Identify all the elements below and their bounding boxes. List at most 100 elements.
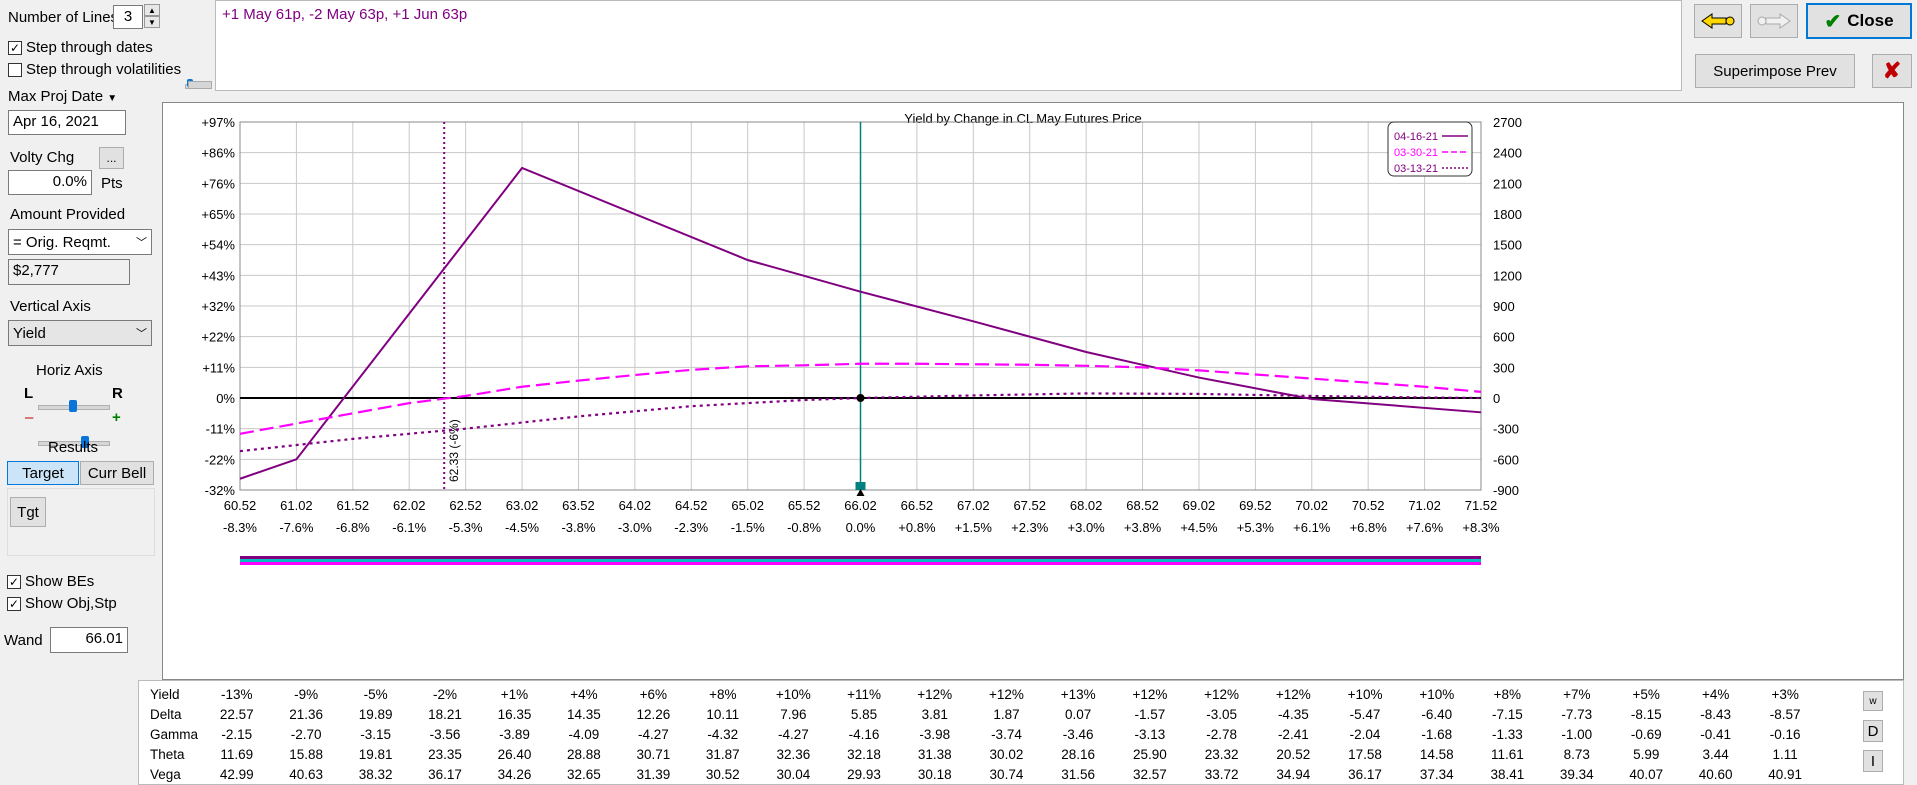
yield-chart[interactable]: Yield by Change in CL May Futures Price … xyxy=(162,102,1904,680)
table-cell: 17.58 xyxy=(1348,746,1382,762)
x-pct-tick-label: -5.3% xyxy=(449,520,483,535)
chart-legend[interactable]: 04-16-21 03-30-21 03-13-21 xyxy=(1387,121,1473,177)
table-cell: +3% xyxy=(1771,686,1799,702)
table-cell: +1% xyxy=(500,686,529,702)
volty-chg-field[interactable]: 0.0% xyxy=(8,170,92,195)
check-icon[interactable]: ✓ xyxy=(7,596,21,611)
table-cell: 10.11 xyxy=(706,706,740,722)
x-tick-label: 68.52 xyxy=(1126,498,1159,513)
position-box[interactable]: +1 May 61p, -2 May 63p, +1 Jun 63p xyxy=(215,0,1682,91)
tgt-button[interactable]: Tgt xyxy=(10,497,46,527)
y-left-tick-label: +54% xyxy=(201,238,235,253)
num-lines-spinner[interactable]: ▲ ▼ xyxy=(144,4,160,28)
table-cell: +12% xyxy=(1132,686,1168,702)
delete-button[interactable]: ✘ xyxy=(1872,54,1912,88)
table-cell: 31.56 xyxy=(1061,766,1096,782)
amount-provided-select[interactable]: = Orig. Reqmt. ﹀ xyxy=(8,229,152,255)
y-left-tick-label: +11% xyxy=(202,360,235,375)
max-proj-date-field[interactable]: Apr 16, 2021 xyxy=(8,110,126,135)
x-pct-tick-label: +6.1% xyxy=(1293,520,1331,535)
table-cell: 31.38 xyxy=(917,746,952,762)
x-tick-label: 67.02 xyxy=(957,498,990,513)
max-proj-date-label[interactable]: Max Proj Date ▼ xyxy=(8,88,117,105)
superimpose-prev-button[interactable]: Superimpose Prev xyxy=(1695,54,1855,88)
table-cell: -3.15 xyxy=(360,726,391,742)
position-scroll[interactable] xyxy=(188,81,212,89)
d-button[interactable]: D xyxy=(1863,720,1883,742)
back-button[interactable] xyxy=(1694,4,1742,38)
y-right-tick-label: -600 xyxy=(1493,452,1519,467)
table-cell: -7.15 xyxy=(1491,706,1523,722)
table-cell: -3.46 xyxy=(1062,726,1094,742)
x-pct-tick-label: +0.8% xyxy=(898,520,936,535)
table-cell: +7% xyxy=(1563,686,1591,702)
x-tick-label: 61.52 xyxy=(337,498,370,513)
x-tick-label: 65.02 xyxy=(731,498,764,513)
volty-more-button[interactable]: ... xyxy=(99,147,124,169)
table-cell: -2.70 xyxy=(290,726,322,742)
dropdown-arrow-icon[interactable]: ▼ xyxy=(107,93,117,104)
x-tick-label: 63.02 xyxy=(506,498,539,513)
y-left-tick-label: +65% xyxy=(201,207,235,222)
vertical-axis-select[interactable]: Yield ﹀ xyxy=(8,320,152,346)
x-pct-tick-label: 0.0% xyxy=(846,520,876,535)
table-cell: +10% xyxy=(1347,686,1383,702)
table-cell: 3.44 xyxy=(1702,746,1729,762)
wand-marker xyxy=(855,482,866,490)
spin-up-icon[interactable]: ▲ xyxy=(144,4,160,16)
table-cell: -1.33 xyxy=(1491,726,1523,742)
table-cell: 32.36 xyxy=(776,746,811,762)
table-cell: -8.43 xyxy=(1700,706,1732,722)
x-tick-label: 66.02 xyxy=(844,498,877,513)
row-label: Vega xyxy=(150,766,181,782)
table-cell: -3.56 xyxy=(429,726,461,742)
table-cell: 0.07 xyxy=(1065,706,1092,722)
y-right-tick-label: 2400 xyxy=(1493,146,1522,161)
x-pct-tick-label: -3.8% xyxy=(561,520,595,535)
table-cell: 15.88 xyxy=(289,746,324,762)
x-pct-tick-label: -2.3% xyxy=(674,520,708,535)
table-cell: 11.69 xyxy=(220,746,254,762)
horiz-axis-slider[interactable] xyxy=(38,400,110,412)
show-obj-checkbox[interactable]: ✓ Show Obj,Stp xyxy=(7,595,117,612)
y-left-tick-label: +97% xyxy=(201,115,235,130)
range-bar xyxy=(240,559,1481,562)
x-tick-label: 71.52 xyxy=(1465,498,1498,513)
vertical-axis-label: Vertical Axis xyxy=(10,298,91,315)
x-pct-tick-label: -0.8% xyxy=(787,520,821,535)
table-cell: -1.00 xyxy=(1561,726,1593,742)
checkbox-icon[interactable] xyxy=(8,62,22,77)
table-row: Gamma -2.15 -2.70 -3.15 -3.56 -3.89 -4.09 -4.27… xyxy=(140,724,1820,744)
w-button[interactable]: w xyxy=(1863,691,1883,711)
table-cell: -4.32 xyxy=(707,726,739,742)
chevron-down-icon: ﹀ xyxy=(136,328,147,340)
table-cell: 1.11 xyxy=(1772,746,1798,762)
table-cell: 33.72 xyxy=(1204,766,1239,782)
red-x-icon: ✘ xyxy=(1882,58,1902,83)
target-tab[interactable]: Target xyxy=(7,461,79,485)
show-bes-checkbox[interactable]: ✓ Show BEs xyxy=(7,573,94,590)
y-left-tick-label: +86% xyxy=(201,146,235,161)
wand-field[interactable]: 66.01 xyxy=(50,627,128,653)
check-icon[interactable]: ✓ xyxy=(7,574,21,589)
x-pct-tick-label: -3.0% xyxy=(618,520,652,535)
x-pct-tick-label: -8.3% xyxy=(223,520,257,535)
step-dates-checkbox[interactable]: ✓ Step through dates xyxy=(8,39,153,56)
step-vol-checkbox[interactable]: Step through volatilities xyxy=(8,61,181,78)
i-button[interactable]: I xyxy=(1863,750,1883,772)
x-pct-tick-label: +3.0% xyxy=(1068,520,1106,535)
table-cell: 38.41 xyxy=(1490,766,1525,782)
table-row: Delta 22.57 21.36 19.89 18.21 16.35 14.35 12.26… xyxy=(140,704,1820,724)
y-right-tick-label: -900 xyxy=(1493,483,1519,498)
check-icon[interactable]: ✓ xyxy=(8,40,22,55)
table-cell: -0.41 xyxy=(1700,726,1732,742)
forward-button[interactable] xyxy=(1750,4,1798,38)
curr-bell-tab[interactable]: Curr Bell xyxy=(80,461,154,485)
close-button[interactable]: ✔ Close xyxy=(1806,3,1912,39)
table-cell: 5.99 xyxy=(1633,746,1660,762)
spin-down-icon[interactable]: ▼ xyxy=(144,16,160,28)
table-cell: -4.09 xyxy=(568,726,600,742)
x-pct-tick-label: +5.3% xyxy=(1237,520,1275,535)
x-pct-tick-label: +7.6% xyxy=(1406,520,1444,535)
num-lines-input[interactable]: 3 xyxy=(113,5,143,29)
